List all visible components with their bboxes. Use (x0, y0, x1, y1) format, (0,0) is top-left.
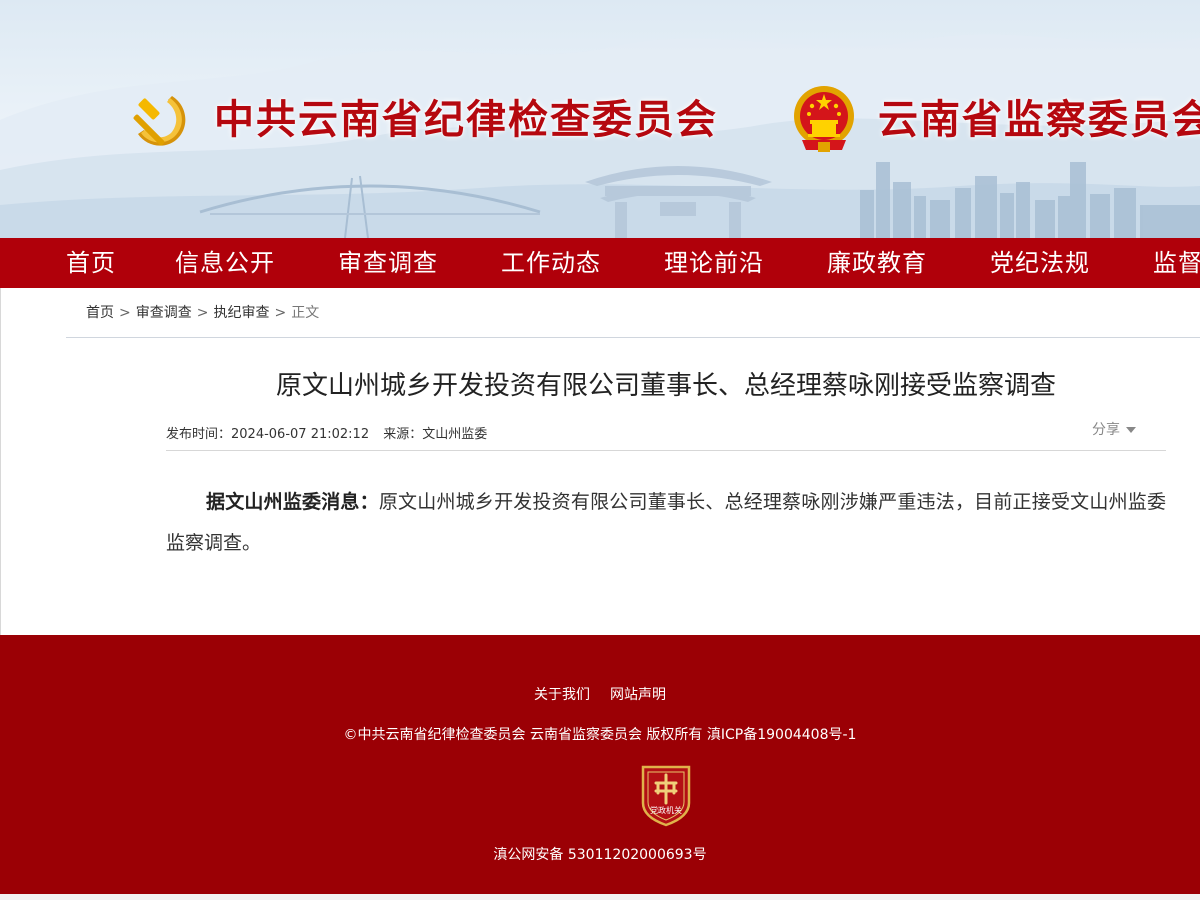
share-button[interactable]: 分享 (1092, 419, 1136, 441)
hammer-sickle-icon (133, 96, 186, 146)
publish-time-label: 发布时间： (166, 427, 232, 442)
article-lead: 据文山州监委消息： (206, 491, 379, 513)
publish-time: 发布时间：2024-06-07 21:02:12 (166, 427, 369, 442)
source-label: 来源： (383, 427, 423, 442)
breadcrumb-discipline[interactable]: 执纪审查 (213, 305, 269, 321)
party-org-title: 中共云南省纪律检查委员会 (214, 97, 718, 143)
article-title: 原文山州城乡开发投资有限公司董事长、总经理蔡咏刚接受监察调查 (275, 371, 1056, 401)
nav-item-supervision[interactable]: 监督 (1153, 238, 1200, 288)
article-body: 据文山州监委消息：原文山州城乡开发投资有限公司董事长、总经理蔡咏刚涉嫌严重违法，… (166, 482, 1166, 564)
breadcrumb-divider (66, 337, 1200, 338)
header-banner: 中共云南省纪律检查委员会 云南省监察委员会 (0, 0, 1200, 238)
footer-links: 关于我们 网站声明 (0, 684, 1200, 706)
national-emblem-icon (794, 86, 854, 152)
party-government-badge-icon[interactable]: 党政机关 (639, 763, 693, 827)
nav-item-info[interactable]: 信息公开 (175, 238, 275, 288)
publish-time-value: 2024-06-07 21:02:12 (231, 427, 370, 442)
nav-item-rules[interactable]: 党纪法规 (990, 238, 1090, 288)
breadcrumb-separator: > (274, 305, 287, 321)
nav-item-theory[interactable]: 理论前沿 (664, 238, 764, 288)
caret-down-icon (1126, 427, 1136, 433)
nav-item-review[interactable]: 审查调查 (338, 238, 438, 288)
meta-divider (166, 450, 1166, 451)
article-meta: 发布时间：2024-06-07 21:02:12 来源：文山州监委 (166, 424, 497, 446)
nav-item-home[interactable]: 首页 (66, 238, 116, 288)
breadcrumb: 首页 > 审查调查 > 执纪审查 > 正文 (86, 302, 319, 324)
footer-link-about[interactable]: 关于我们 (534, 687, 590, 703)
nav-item-education[interactable]: 廉政教育 (827, 238, 927, 288)
breadcrumb-home[interactable]: 首页 (86, 305, 114, 321)
breadcrumb-current: 正文 (291, 305, 320, 321)
breadcrumb-review[interactable]: 审查调查 (136, 305, 192, 321)
badge-text: 党政机关 (650, 805, 682, 815)
source-value: 文山州监委 (422, 427, 488, 442)
article-source: 来源：文山州监委 (383, 427, 487, 442)
content-panel (0, 288, 1200, 635)
share-label: 分享 (1092, 422, 1120, 438)
police-record: 滇公网安备 53011202000693号 (493, 847, 707, 863)
state-org-title: 云南省监察委员会 (878, 97, 1200, 143)
main-nav: 首页 信息公开 审查调查 工作动态 理论前沿 廉政教育 党纪法规 监督 (0, 238, 1200, 288)
footer-link-statement[interactable]: 网站声明 (610, 687, 666, 703)
breadcrumb-separator: > (119, 305, 131, 321)
bottom-strip (0, 894, 1200, 900)
nav-item-work[interactable]: 工作动态 (501, 238, 601, 288)
breadcrumb-separator: > (196, 305, 209, 321)
footer-copyright: ©中共云南省纪律检查委员会 云南省监察委员会 版权所有 滇ICP备1900440… (343, 727, 857, 743)
